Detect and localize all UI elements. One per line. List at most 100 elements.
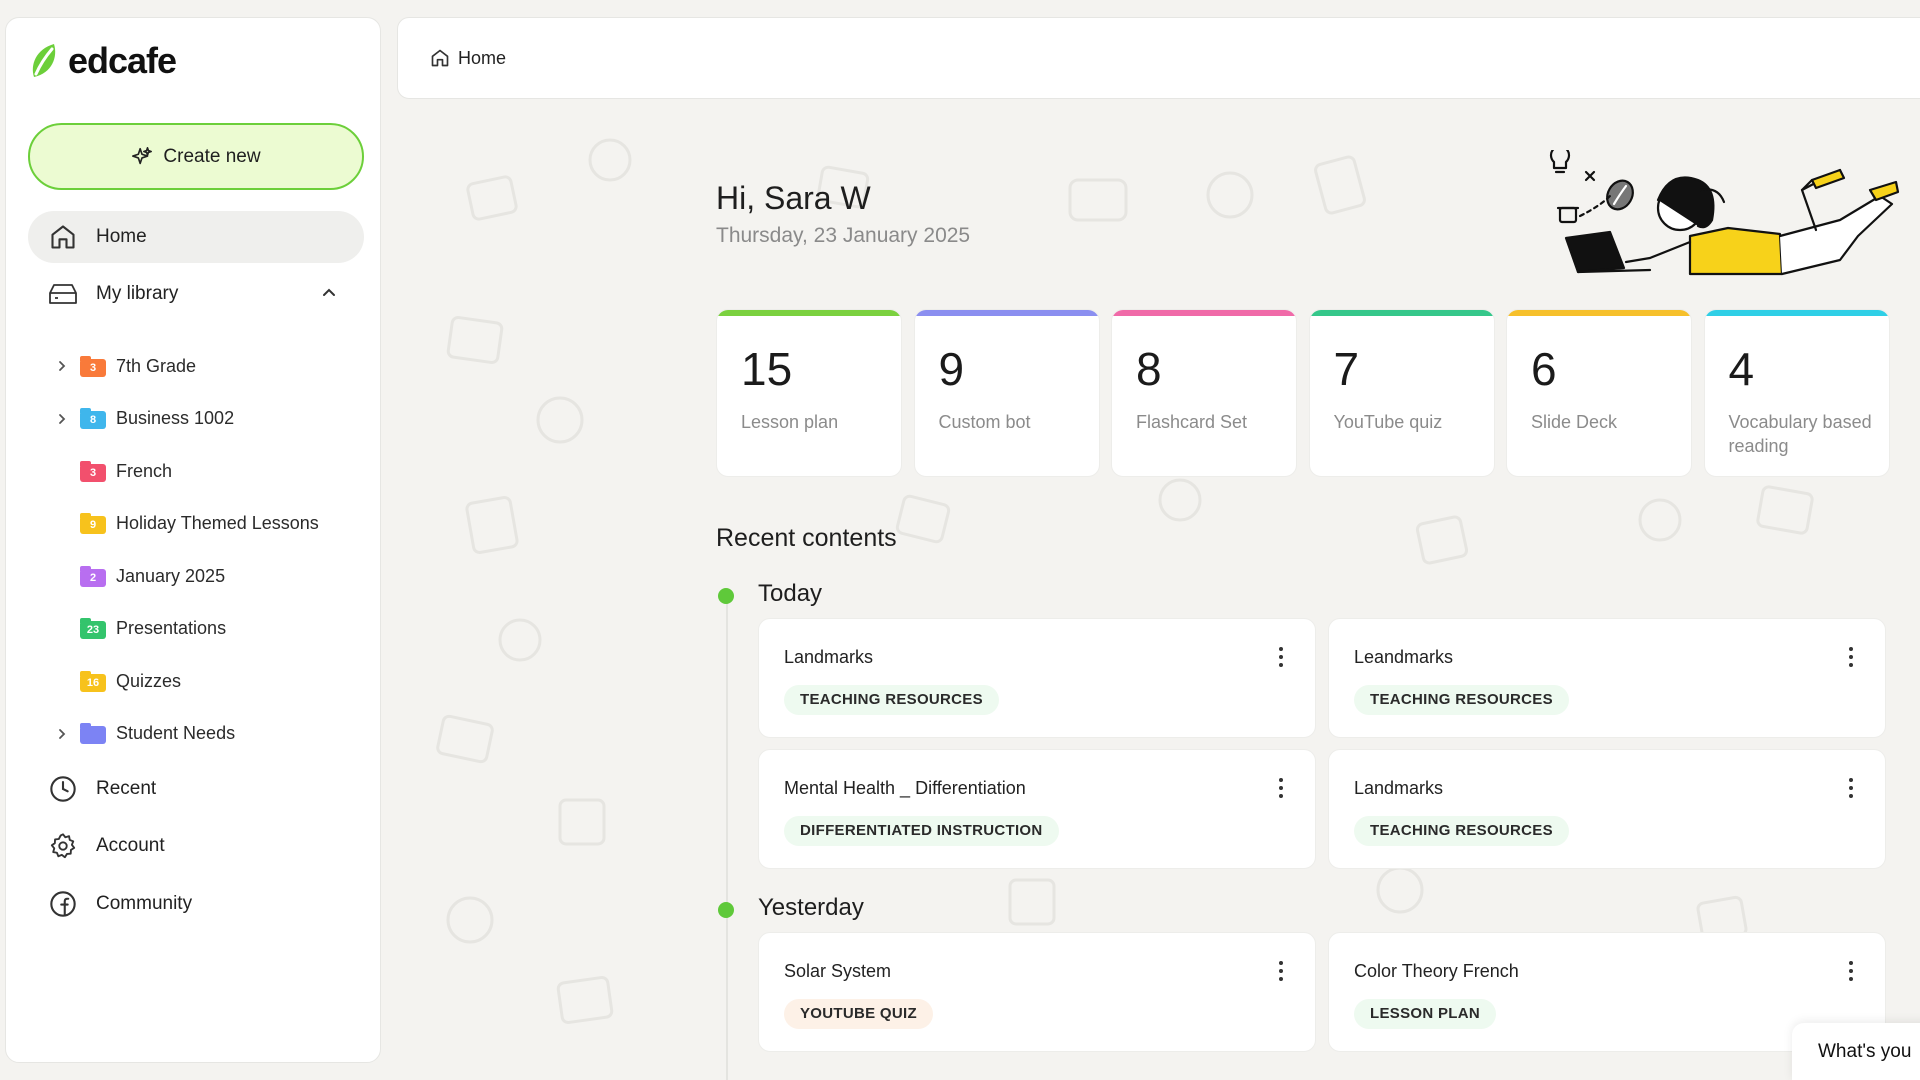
app-logo[interactable]: edcafe [28, 40, 177, 82]
chevron-right-icon[interactable] [54, 358, 70, 374]
chevron-up-icon[interactable] [320, 284, 338, 302]
folder-item[interactable]: 3 7th Grade [46, 346, 366, 386]
stat-label: Vocabulary based reading [1728, 412, 1872, 456]
create-new-button[interactable]: Create new [28, 123, 364, 190]
timeline-line [726, 600, 728, 1080]
more-options-icon[interactable] [1847, 961, 1855, 981]
more-options-icon[interactable] [1847, 778, 1855, 798]
folder-label: Holiday Themed Lessons [116, 513, 319, 533]
folder-spacer [54, 673, 70, 689]
folder-icon: 9 [80, 513, 106, 534]
nav-community[interactable]: Community [28, 878, 364, 930]
stat-card[interactable]: 9 Custom bot [913, 309, 1100, 477]
folder-count: 2 [89, 571, 97, 584]
folder-icon: 16 [80, 670, 106, 692]
folder-label: Presentations [116, 618, 227, 638]
nav-my-library[interactable]: My library [28, 268, 364, 320]
stat-card[interactable]: 15 Lesson plan [716, 309, 902, 477]
stat-card-accent [717, 310, 901, 316]
folder-icon: 3 [80, 460, 106, 482]
chevron-right-icon[interactable] [54, 411, 70, 427]
folder-count: 3 [89, 466, 97, 479]
stat-card[interactable]: 7 YouTube quiz [1308, 309, 1495, 477]
logo-text: edcafe [68, 40, 177, 81]
nav-my-library-label: My library [96, 283, 179, 304]
gear-icon [48, 831, 78, 861]
content-card-title: Mental Health _ Differentiation [784, 778, 1026, 798]
folder-label: Business 1002 [116, 408, 235, 428]
content-card-title: Landmarks [784, 647, 874, 667]
folder-item[interactable]: 2 January 2025 [46, 556, 366, 596]
content-type-tag: LESSON PLAN [1354, 999, 1496, 1029]
nav-home-label: Home [96, 226, 147, 247]
current-date: Thursday, 23 January 2025 [716, 224, 971, 247]
edcafe-leaf-icon [32, 44, 56, 77]
nav-recent[interactable]: Recent [28, 763, 364, 815]
stat-value: 7 [1333, 343, 1360, 395]
folder-item[interactable]: 3 French [46, 451, 366, 491]
folder-icon: 3 [80, 355, 106, 377]
stat-label: Custom bot [938, 412, 1031, 432]
breadcrumb[interactable]: Home [458, 48, 506, 69]
timeline-dot [718, 588, 734, 604]
folder-spacer [54, 568, 70, 584]
folder-count: 23 [86, 624, 100, 636]
stat-card[interactable]: 8 Flashcard Set [1111, 309, 1297, 477]
library-drawer-icon [48, 279, 78, 309]
nav-community-label: Community [96, 893, 193, 914]
sidebar: edcafe Create new Home My library 3 7th G… [5, 17, 381, 1063]
content-card-title: Leandmarks [1354, 647, 1454, 667]
content-card[interactable]: Solar System YOUTUBE QUIZ [758, 932, 1316, 1052]
chevron-right-icon[interactable] [54, 726, 70, 742]
stat-card-accent [1309, 310, 1494, 316]
folder-item[interactable]: Student Needs [46, 714, 366, 754]
content-card-title: Color Theory French [1354, 961, 1519, 981]
more-options-icon[interactable] [1847, 647, 1855, 667]
home-icon [48, 222, 78, 252]
stat-card[interactable]: 4 Vocabulary based reading [1703, 309, 1890, 477]
folder-icon: 8 [80, 408, 106, 429]
more-options-icon[interactable] [1277, 647, 1285, 667]
content-card[interactable]: Mental Health _ Differentiation DIFFERENT… [758, 749, 1316, 869]
folder-item[interactable]: 9 Holiday Themed Lessons [46, 504, 366, 544]
content-card[interactable]: Landmarks TEACHING RESOURCES [758, 618, 1316, 738]
chat-widget[interactable]: What's you [1792, 1023, 1920, 1080]
stat-value: 4 [1728, 343, 1755, 395]
content-type-tag: DIFFERENTIATED INSTRUCTION [784, 816, 1059, 846]
timeline-dot [718, 902, 734, 918]
nav-account-label: Account [96, 835, 165, 856]
content-card[interactable]: Landmarks TEACHING RESOURCES [1328, 749, 1886, 869]
stat-card-accent [1704, 310, 1889, 316]
stat-value: 8 [1136, 343, 1162, 395]
content-card-title: Landmarks [1354, 778, 1444, 798]
folder-item[interactable]: 8 Business 1002 [46, 399, 366, 439]
greeting: Hi, Sara W [716, 180, 871, 216]
stat-label: Flashcard Set [1136, 412, 1248, 432]
folder-item[interactable]: 16 Quizzes [46, 661, 366, 701]
facebook-icon [48, 889, 78, 919]
top-bar: Home [397, 17, 1920, 99]
folder-icon [80, 723, 106, 744]
folder-label: Quizzes [116, 670, 182, 691]
stat-value: 9 [938, 343, 965, 395]
stat-value: 15 [741, 343, 793, 395]
timeline-group-label: Today [758, 580, 823, 607]
sparkle-icon [132, 146, 153, 164]
stat-card-accent [1507, 310, 1691, 316]
folder-icon: 2 [80, 565, 106, 587]
folder-item[interactable]: 23 Presentations [46, 609, 366, 649]
more-options-icon[interactable] [1277, 961, 1285, 981]
person-with-laptop-illustration [1549, 150, 1900, 276]
stat-card[interactable]: 6 Slide Deck [1506, 309, 1692, 477]
content-card[interactable]: Leandmarks TEACHING RESOURCES [1328, 618, 1886, 738]
more-options-icon[interactable] [1277, 778, 1285, 798]
nav-home[interactable]: Home [28, 211, 364, 263]
chat-widget-label: What's you [1818, 1041, 1912, 1062]
folder-count: 3 [89, 361, 97, 374]
nav-account[interactable]: Account [28, 820, 364, 872]
folder-count [80, 728, 106, 742]
stat-value: 6 [1531, 343, 1557, 395]
content-type-tag: TEACHING RESOURCES [784, 685, 999, 715]
nav-recent-label: Recent [96, 778, 157, 799]
breadcrumb-home-icon[interactable] [430, 48, 450, 68]
